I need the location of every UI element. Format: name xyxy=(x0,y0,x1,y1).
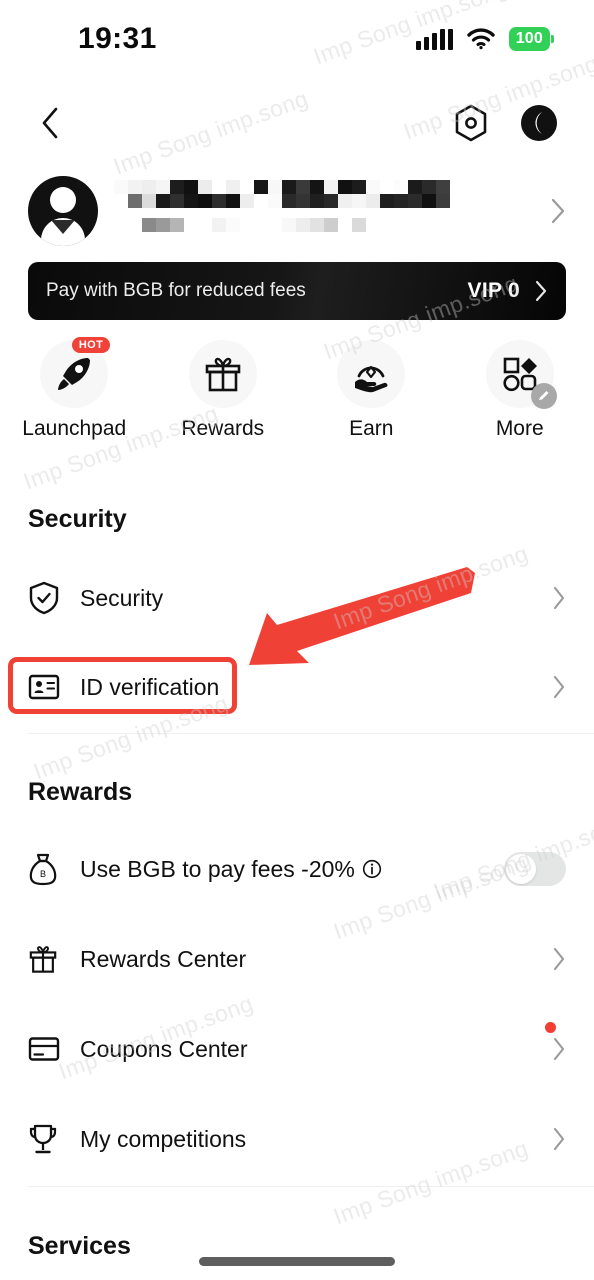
bgb-fee-toggle[interactable] xyxy=(504,852,566,886)
quick-actions: HOT Launchpad Rewards Earn More xyxy=(0,337,594,450)
row-label: My competitions xyxy=(80,1125,247,1152)
vip-level-label: VIP 0 xyxy=(467,279,520,302)
coupon-card-icon xyxy=(28,1036,64,1062)
chevron-right-icon xyxy=(542,1037,566,1061)
row-my-competitions[interactable]: My competitions xyxy=(0,1108,594,1170)
nav-bar xyxy=(0,88,594,158)
vip-banner-text: Pay with BGB for reduced fees xyxy=(46,280,306,301)
row-label-group: Use BGB to pay fees -20% xyxy=(80,856,504,883)
section-divider xyxy=(28,733,594,734)
profile-chevron xyxy=(536,198,566,224)
user-avatar-icon xyxy=(28,176,98,246)
quick-action-label: Rewards xyxy=(181,417,265,440)
shield-check-icon xyxy=(28,581,64,615)
quick-action-launchpad[interactable]: HOT Launchpad xyxy=(0,337,149,441)
rocket-icon: HOT xyxy=(40,337,111,408)
quick-action-label: Earn xyxy=(349,417,394,440)
vip-banner[interactable]: Pay with BGB for reduced fees VIP 0 xyxy=(28,262,566,320)
battery-indicator: 100 xyxy=(508,27,555,51)
info-icon[interactable] xyxy=(362,859,382,879)
edit-pencil-icon[interactable] xyxy=(530,383,557,409)
toggle-knob xyxy=(506,854,536,884)
phone-screen: 19:31 100 Pay with BGB for reduced fees … xyxy=(0,0,594,1280)
grid-shapes-icon xyxy=(485,340,557,409)
vip-banner-right: VIP 0 xyxy=(468,279,548,303)
row-coupons-center[interactable]: Coupons Center xyxy=(0,1018,594,1080)
status-indicators: 100 xyxy=(415,27,555,51)
wifi-icon xyxy=(467,28,495,50)
back-button[interactable] xyxy=(28,101,72,145)
home-indicator[interactable] xyxy=(199,1257,395,1266)
row-use-bgb-to-pay-fees[interactable]: B Use BGB to pay fees -20% xyxy=(0,838,594,900)
profile-row[interactable] xyxy=(0,172,594,250)
row-label: Security xyxy=(80,584,164,611)
quick-action-earn[interactable]: Earn xyxy=(297,340,446,441)
hand-coin-icon xyxy=(337,340,406,408)
status-clock: 19:31 xyxy=(78,22,157,55)
row-label: Use BGB to pay fees -20% xyxy=(80,855,355,882)
nav-actions xyxy=(450,102,560,144)
chevron-right-icon xyxy=(542,675,566,699)
trophy-icon xyxy=(28,1123,64,1155)
hex-gear-icon[interactable] xyxy=(450,102,492,144)
battery-level: 100 xyxy=(515,30,543,47)
quick-action-label: Launchpad xyxy=(22,417,127,440)
id-card-icon xyxy=(28,673,64,701)
section-divider xyxy=(28,1186,594,1187)
row-label: ID verification xyxy=(80,673,220,700)
row-id-verification[interactable]: ID verification xyxy=(0,656,594,718)
signal-bars-icon xyxy=(415,28,453,50)
moon-icon[interactable] xyxy=(518,102,560,144)
section-title-security: Security xyxy=(28,505,127,533)
row-label: Coupons Center xyxy=(80,1035,248,1062)
gift-icon xyxy=(28,943,64,975)
row-label: Rewards Center xyxy=(80,945,247,972)
quick-action-rewards[interactable]: Rewards xyxy=(149,340,298,441)
notification-dot-badge xyxy=(545,1021,556,1033)
hot-badge: HOT xyxy=(71,337,111,353)
gift-icon xyxy=(188,340,257,408)
row-label-group: Coupons Center xyxy=(80,1021,556,1063)
redacted-username xyxy=(114,176,536,246)
chevron-right-icon xyxy=(542,947,566,971)
quick-action-more[interactable]: More xyxy=(446,340,594,441)
quick-action-label: More xyxy=(495,417,544,440)
section-title-rewards: Rewards xyxy=(28,778,133,806)
chevron-right-icon xyxy=(535,280,547,302)
chevron-right-icon xyxy=(542,1127,566,1151)
row-rewards-center[interactable]: Rewards Center xyxy=(0,928,594,990)
money-bag-icon: B xyxy=(28,852,64,886)
chevron-right-icon xyxy=(542,586,566,610)
row-security[interactable]: Security xyxy=(0,567,594,629)
svg-text:B: B xyxy=(40,869,46,879)
section-title-services: Services xyxy=(28,1232,131,1260)
status-bar: 19:31 100 xyxy=(0,0,594,78)
